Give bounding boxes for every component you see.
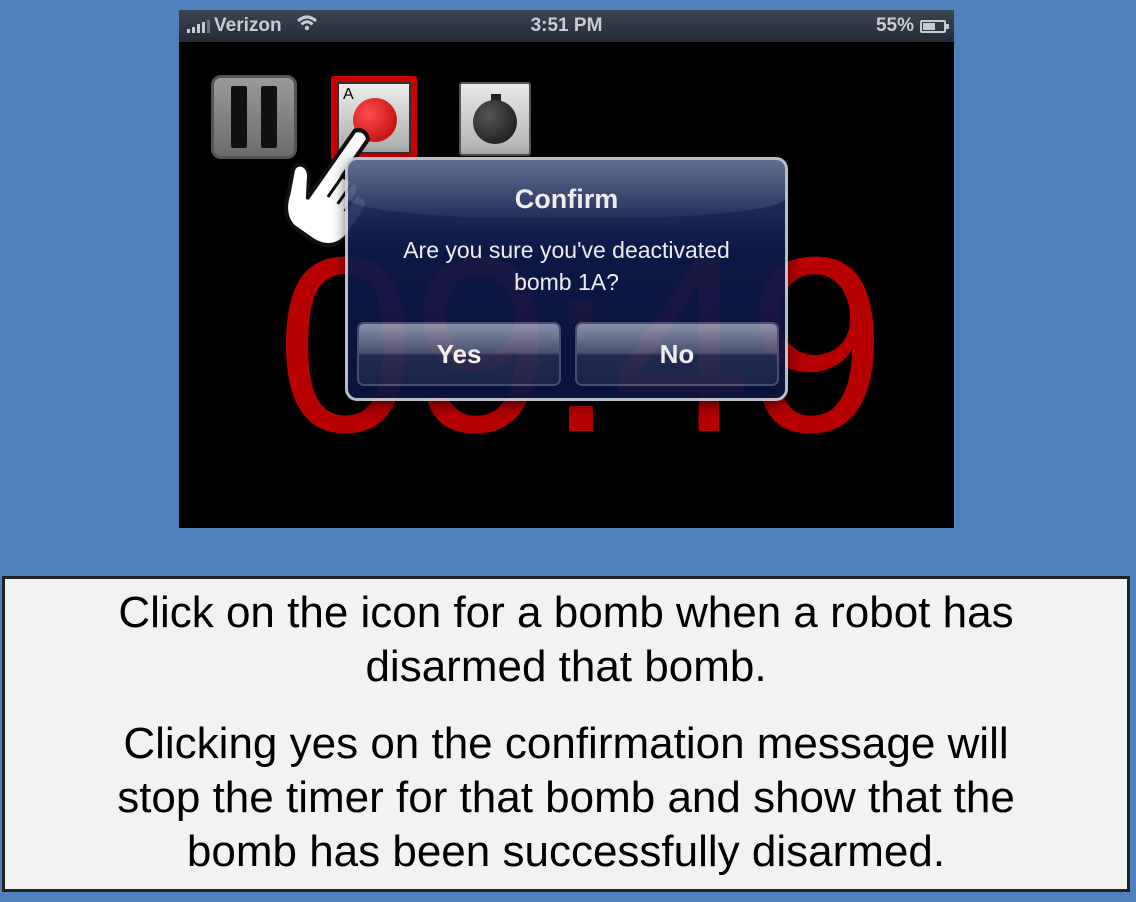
dialog-title: Confirm [514,184,619,214]
confirm-dialog: Confirm Are you sure you've deactivated … [345,157,788,401]
status-bar: Verizon 3:51 PM 55% [179,10,954,42]
bomb-2-button[interactable] [459,82,531,156]
dialog-message: Are you sure you've deactivated bomb 1A? [358,234,775,298]
pause-icon [231,86,247,148]
yes-button[interactable]: Yes [357,322,561,386]
pause-icon-bar [261,86,277,148]
battery-percent: 55% [875,15,914,36]
dialog-message-line: Are you sure you've deactivated [403,237,730,263]
caption-paragraph: Click on the icon for a bomb when a robo… [5,586,1127,694]
caption-line: Click on the icon for a bomb when a robo… [118,588,1014,637]
caption-line: Clicking yes on the confirmation message… [123,719,1009,768]
app-screenshot: Verizon 3:51 PM 55% 09:49 A [179,10,954,528]
no-button[interactable]: No [575,322,779,386]
caption-line: stop the timer for that bomb and show th… [117,773,1015,822]
battery-info: 55% [875,15,949,37]
battery-icon [920,19,949,33]
bomb-icon [473,100,517,144]
caption-paragraph: Clicking yes on the confirmation message… [5,717,1127,879]
dialog-message-line: bomb 1A? [514,269,619,295]
caption-line: bomb has been successfully disarmed. [186,827,946,876]
caption-line: disarmed that bomb. [365,642,767,691]
bomb-1a-label: A [343,86,354,103]
status-time: 3:51 PM [530,15,603,36]
instruction-caption: Click on the icon for a bomb when a robo… [2,576,1130,892]
